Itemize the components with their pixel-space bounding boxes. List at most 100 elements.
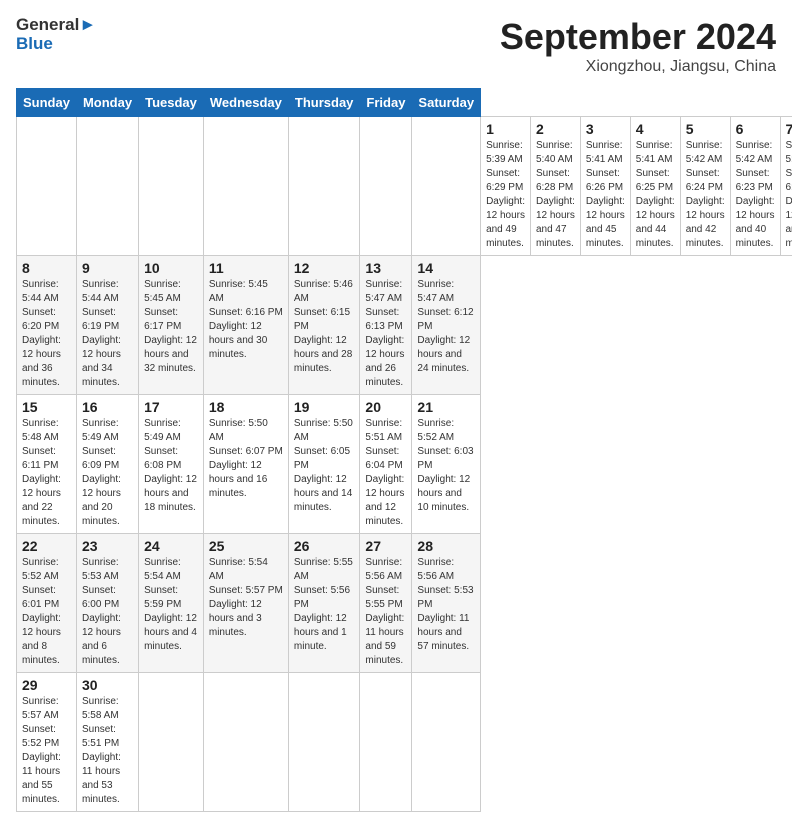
day-header-saturday: Saturday	[412, 89, 481, 117]
location: Xiongzhou, Jiangsu, China	[500, 58, 776, 76]
day-info: Sunrise: 5:53 AMSunset: 6:00 PMDaylight:…	[82, 556, 133, 668]
calendar-cell: 12 Sunrise: 5:46 AMSunset: 6:15 PMDaylig…	[288, 256, 360, 395]
calendar-cell	[412, 673, 481, 812]
day-number: 10	[144, 260, 198, 276]
calendar-cell: 10 Sunrise: 5:45 AMSunset: 6:17 PMDaylig…	[139, 256, 204, 395]
day-number: 1	[486, 121, 525, 137]
calendar-cell	[139, 673, 204, 812]
day-number: 11	[209, 260, 283, 276]
day-header-sunday: Sunday	[17, 89, 77, 117]
calendar-cell	[288, 673, 360, 812]
calendar-cell: 13 Sunrise: 5:47 AMSunset: 6:13 PMDaylig…	[360, 256, 412, 395]
day-number: 17	[144, 399, 198, 415]
calendar-cell: 11 Sunrise: 5:45 AMSunset: 6:16 PMDaylig…	[203, 256, 288, 395]
calendar-cell	[76, 117, 138, 256]
day-info: Sunrise: 5:41 AMSunset: 6:25 PMDaylight:…	[636, 139, 675, 251]
day-info: Sunrise: 5:57 AMSunset: 5:52 PMDaylight:…	[22, 695, 71, 807]
day-header-monday: Monday	[76, 89, 138, 117]
calendar-cell: 3 Sunrise: 5:41 AMSunset: 6:26 PMDayligh…	[580, 117, 630, 256]
month-title: September 2024	[500, 16, 776, 58]
days-header-row: SundayMondayTuesdayWednesdayThursdayFrid…	[17, 89, 792, 117]
day-number: 16	[82, 399, 133, 415]
calendar-cell: 8 Sunrise: 5:44 AMSunset: 6:20 PMDayligh…	[17, 256, 77, 395]
calendar-cell: 19 Sunrise: 5:50 AMSunset: 6:05 PMDaylig…	[288, 395, 360, 534]
calendar-cell: 6 Sunrise: 5:42 AMSunset: 6:23 PMDayligh…	[730, 117, 780, 256]
day-number: 26	[294, 538, 355, 554]
day-number: 3	[586, 121, 625, 137]
day-info: Sunrise: 5:52 AMSunset: 6:01 PMDaylight:…	[22, 556, 71, 668]
day-number: 4	[636, 121, 675, 137]
day-info: Sunrise: 5:45 AMSunset: 6:16 PMDaylight:…	[209, 278, 283, 362]
day-info: Sunrise: 5:46 AMSunset: 6:15 PMDaylight:…	[294, 278, 355, 376]
day-info: Sunrise: 5:47 AMSunset: 6:12 PMDaylight:…	[417, 278, 475, 376]
day-info: Sunrise: 5:49 AMSunset: 6:09 PMDaylight:…	[82, 417, 133, 529]
day-number: 5	[686, 121, 725, 137]
day-number: 8	[22, 260, 71, 276]
calendar-cell: 24 Sunrise: 5:54 AMSunset: 5:59 PMDaylig…	[139, 534, 204, 673]
title-area: September 2024 Xiongzhou, Jiangsu, China	[500, 16, 776, 76]
calendar-cell	[17, 117, 77, 256]
day-info: Sunrise: 5:39 AMSunset: 6:29 PMDaylight:…	[486, 139, 525, 251]
day-number: 18	[209, 399, 283, 415]
day-header-thursday: Thursday	[288, 89, 360, 117]
logo: General► Blue	[16, 16, 96, 53]
calendar-cell	[139, 117, 204, 256]
calendar-cell: 25 Sunrise: 5:54 AMSunset: 5:57 PMDaylig…	[203, 534, 288, 673]
day-number: 21	[417, 399, 475, 415]
day-number: 25	[209, 538, 283, 554]
day-info: Sunrise: 5:56 AMSunset: 5:53 PMDaylight:…	[417, 556, 475, 654]
calendar-cell: 17 Sunrise: 5:49 AMSunset: 6:08 PMDaylig…	[139, 395, 204, 534]
day-info: Sunrise: 5:44 AMSunset: 6:19 PMDaylight:…	[82, 278, 133, 390]
day-info: Sunrise: 5:49 AMSunset: 6:08 PMDaylight:…	[144, 417, 198, 515]
day-info: Sunrise: 5:41 AMSunset: 6:26 PMDaylight:…	[586, 139, 625, 251]
day-info: Sunrise: 5:56 AMSunset: 5:55 PMDaylight:…	[365, 556, 406, 668]
day-number: 24	[144, 538, 198, 554]
calendar-cell	[288, 117, 360, 256]
week-row-4: 22 Sunrise: 5:52 AMSunset: 6:01 PMDaylig…	[17, 534, 792, 673]
calendar-cell: 14 Sunrise: 5:47 AMSunset: 6:12 PMDaylig…	[412, 256, 481, 395]
day-number: 12	[294, 260, 355, 276]
calendar-cell: 5 Sunrise: 5:42 AMSunset: 6:24 PMDayligh…	[680, 117, 730, 256]
day-info: Sunrise: 5:58 AMSunset: 5:51 PMDaylight:…	[82, 695, 133, 807]
day-info: Sunrise: 5:43 AMSunset: 6:21 PMDaylight:…	[786, 139, 792, 251]
day-info: Sunrise: 5:42 AMSunset: 6:24 PMDaylight:…	[686, 139, 725, 251]
day-number: 29	[22, 677, 71, 693]
day-number: 27	[365, 538, 406, 554]
calendar-cell: 18 Sunrise: 5:50 AMSunset: 6:07 PMDaylig…	[203, 395, 288, 534]
calendar-cell: 1 Sunrise: 5:39 AMSunset: 6:29 PMDayligh…	[481, 117, 531, 256]
calendar-cell: 9 Sunrise: 5:44 AMSunset: 6:19 PMDayligh…	[76, 256, 138, 395]
day-info: Sunrise: 5:52 AMSunset: 6:03 PMDaylight:…	[417, 417, 475, 515]
calendar-cell: 21 Sunrise: 5:52 AMSunset: 6:03 PMDaylig…	[412, 395, 481, 534]
day-number: 2	[536, 121, 575, 137]
day-header-tuesday: Tuesday	[139, 89, 204, 117]
calendar-cell: 15 Sunrise: 5:48 AMSunset: 6:11 PMDaylig…	[17, 395, 77, 534]
day-info: Sunrise: 5:51 AMSunset: 6:04 PMDaylight:…	[365, 417, 406, 529]
calendar-cell: 16 Sunrise: 5:49 AMSunset: 6:09 PMDaylig…	[76, 395, 138, 534]
day-info: Sunrise: 5:50 AMSunset: 6:05 PMDaylight:…	[294, 417, 355, 515]
calendar-cell	[360, 673, 412, 812]
week-row-1: 1 Sunrise: 5:39 AMSunset: 6:29 PMDayligh…	[17, 117, 792, 256]
week-row-2: 8 Sunrise: 5:44 AMSunset: 6:20 PMDayligh…	[17, 256, 792, 395]
day-number: 14	[417, 260, 475, 276]
day-number: 15	[22, 399, 71, 415]
day-info: Sunrise: 5:45 AMSunset: 6:17 PMDaylight:…	[144, 278, 198, 376]
week-row-3: 15 Sunrise: 5:48 AMSunset: 6:11 PMDaylig…	[17, 395, 792, 534]
calendar-cell: 22 Sunrise: 5:52 AMSunset: 6:01 PMDaylig…	[17, 534, 77, 673]
calendar-cell: 29 Sunrise: 5:57 AMSunset: 5:52 PMDaylig…	[17, 673, 77, 812]
day-header-friday: Friday	[360, 89, 412, 117]
day-info: Sunrise: 5:54 AMSunset: 5:57 PMDaylight:…	[209, 556, 283, 640]
calendar-cell: 7 Sunrise: 5:43 AMSunset: 6:21 PMDayligh…	[780, 117, 792, 256]
day-number: 6	[736, 121, 775, 137]
calendar-cell: 30 Sunrise: 5:58 AMSunset: 5:51 PMDaylig…	[76, 673, 138, 812]
calendar-cell: 26 Sunrise: 5:55 AMSunset: 5:56 PMDaylig…	[288, 534, 360, 673]
day-number: 23	[82, 538, 133, 554]
day-info: Sunrise: 5:50 AMSunset: 6:07 PMDaylight:…	[209, 417, 283, 501]
day-info: Sunrise: 5:44 AMSunset: 6:20 PMDaylight:…	[22, 278, 71, 390]
day-number: 9	[82, 260, 133, 276]
day-number: 28	[417, 538, 475, 554]
calendar-cell: 20 Sunrise: 5:51 AMSunset: 6:04 PMDaylig…	[360, 395, 412, 534]
page-header: General► Blue September 2024 Xiongzhou, …	[16, 16, 776, 76]
day-info: Sunrise: 5:40 AMSunset: 6:28 PMDaylight:…	[536, 139, 575, 251]
calendar-table: SundayMondayTuesdayWednesdayThursdayFrid…	[16, 88, 792, 812]
calendar-cell: 2 Sunrise: 5:40 AMSunset: 6:28 PMDayligh…	[530, 117, 580, 256]
